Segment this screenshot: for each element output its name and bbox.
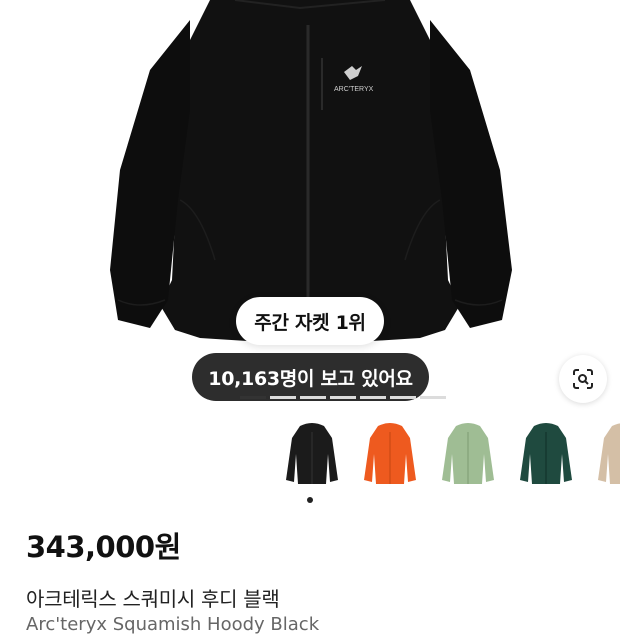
selected-variant-indicator xyxy=(307,497,313,503)
pager-segment xyxy=(420,396,446,399)
lens-search-icon xyxy=(573,369,593,389)
variant-thumb[interactable] xyxy=(360,420,420,490)
brand-logo-text: ARC'TERYX xyxy=(334,86,374,93)
product-subtitle: Arc'teryx Squamish Hoody Black xyxy=(26,614,320,635)
variant-thumb[interactable] xyxy=(438,420,498,490)
pager-segment xyxy=(360,396,386,399)
viewer-count-label: 10,163명이 보고 있어요 xyxy=(208,367,413,390)
product-hero-image[interactable]: ARC'TERYX 주간 자켓 1위 10,163명이 보고 있어요 xyxy=(0,0,620,410)
visual-search-button[interactable] xyxy=(559,355,607,403)
viewer-count-badge: 10,163명이 보고 있어요 xyxy=(192,353,429,401)
pager-segment xyxy=(390,396,416,399)
pager-segment xyxy=(300,396,326,399)
rank-badge-label: 주간 자켓 1위 xyxy=(254,311,366,334)
image-pager xyxy=(240,396,446,399)
pager-segment xyxy=(330,396,356,399)
variant-thumb[interactable] xyxy=(594,420,620,490)
product-price: 343,000원 xyxy=(26,530,181,564)
pager-segment xyxy=(270,396,296,399)
variant-thumb[interactable] xyxy=(516,420,576,490)
jacket-image: ARC'TERYX xyxy=(110,0,512,345)
variant-thumb[interactable] xyxy=(282,420,342,490)
pager-segment xyxy=(240,396,266,399)
color-variant-list xyxy=(282,420,620,495)
rank-badge: 주간 자켓 1위 xyxy=(236,297,384,345)
product-title: 아크테릭스 스쿼미시 후디 블랙 xyxy=(26,587,280,611)
